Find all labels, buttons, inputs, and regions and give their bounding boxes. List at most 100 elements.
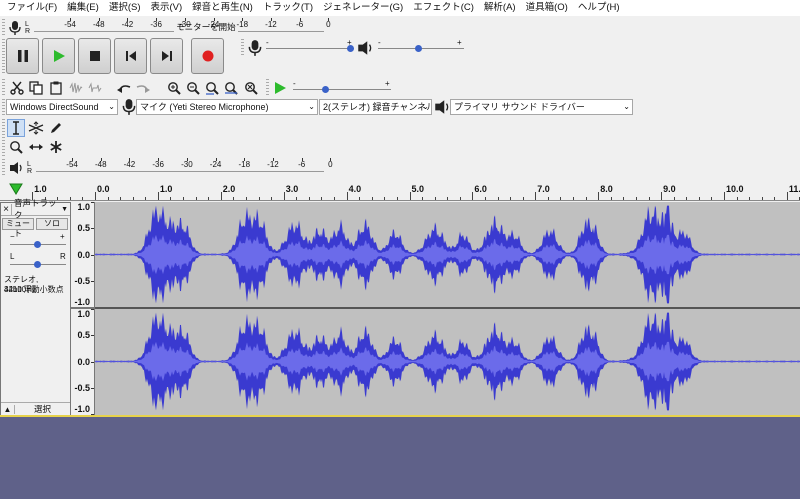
menu-item[interactable]: 解析(A): [479, 0, 521, 16]
zoom-in-button[interactable]: [165, 79, 183, 97]
play-button[interactable]: [42, 38, 75, 74]
time-label: 2.0: [222, 184, 236, 194]
toolbar-grip[interactable]: [2, 19, 5, 36]
pause-button[interactable]: [6, 38, 39, 74]
selection-tool-button[interactable]: [7, 119, 25, 137]
envelope-tool-button[interactable]: [27, 119, 45, 137]
time-label: 5.0: [411, 184, 425, 194]
toolbar-grip[interactable]: [2, 79, 5, 96]
microphone-icon[interactable]: [8, 20, 22, 36]
amplitude-tick: [91, 254, 94, 256]
playback-meter[interactable]: -54 -48 -42 -36 -30 -24 -18 -12 -6 0: [36, 158, 333, 177]
time-label: 7.0: [537, 184, 550, 194]
trim-button[interactable]: [67, 79, 85, 97]
toolbar-grip[interactable]: [266, 79, 269, 96]
time-tick: [786, 192, 788, 200]
skip-to-end-button[interactable]: [150, 38, 183, 74]
cut-button[interactable]: [8, 79, 26, 97]
audio-host-select[interactable]: Windows DirectSound ⌄: [6, 99, 118, 115]
menu-item[interactable]: ジェネレーター(G): [318, 0, 408, 16]
track-header: × 音声トラック ▼: [1, 198, 70, 220]
waveform-display[interactable]: [95, 202, 800, 416]
draw-tool-button[interactable]: [47, 119, 65, 137]
time-tick: [396, 197, 398, 200]
meter-tick-label: -42: [123, 160, 136, 169]
paste-icon: [50, 81, 62, 95]
toolbar-grip[interactable]: [2, 99, 5, 116]
meter-tick-label: -12: [267, 160, 279, 169]
amplitude-tick: [91, 335, 94, 337]
silence-button[interactable]: [86, 79, 104, 97]
record-meter-toolbar: LR モニターを開始 -54 -48 -42 -36 -30 -24 -18 -12 -6 0: [8, 18, 331, 37]
time-tick: [371, 197, 373, 200]
zoom-out-icon: [187, 82, 200, 95]
play-speed-slider[interactable]: [293, 89, 391, 90]
menu-item[interactable]: 表示(V): [145, 0, 187, 16]
recording-channels-select[interactable]: 2(ステレオ) 録音チャンネル ⌄: [319, 99, 432, 115]
menu-item[interactable]: エフェクト(C): [408, 0, 479, 16]
fit-selection-button[interactable]: [203, 79, 221, 97]
menu-item[interactable]: 選択(S): [104, 0, 146, 16]
select-track-button[interactable]: 選択: [15, 403, 70, 415]
menu-item[interactable]: 道具箱(O): [521, 0, 573, 16]
time-tick: [761, 197, 763, 200]
record-meter[interactable]: モニターを開始 -54 -48 -42 -36 -30 -24 -18 -12 -6 0: [34, 18, 331, 37]
gain-thumb[interactable]: [34, 241, 41, 248]
meter-tick-label: -30: [179, 20, 191, 29]
collapse-track-button[interactable]: ▲: [1, 404, 15, 414]
menu-item[interactable]: 録音と再生(N): [187, 0, 258, 16]
time-tick: [271, 197, 273, 200]
transport-toolbar: [6, 38, 224, 74]
time-shift-tool-button[interactable]: [27, 138, 45, 156]
redo-button[interactable]: [134, 79, 152, 97]
paste-button[interactable]: [47, 79, 65, 97]
undo-button[interactable]: [115, 79, 133, 97]
toolbar-grip[interactable]: [2, 159, 5, 176]
close-track-button[interactable]: ×: [1, 203, 12, 215]
speaker-icon[interactable]: [8, 160, 24, 176]
pan-thumb[interactable]: [34, 261, 41, 268]
zoom-toggle-icon: [245, 82, 258, 95]
meter-tick-label: -18: [238, 160, 251, 169]
zoom-toggle-button[interactable]: [242, 79, 260, 97]
zoom-tool-button[interactable]: [7, 138, 25, 156]
menu-item[interactable]: 編集(E): [62, 0, 104, 16]
mute-button[interactable]: ミュート: [2, 218, 34, 238]
track-selection-border: [0, 415, 800, 417]
menu-item[interactable]: ファイル(F): [2, 0, 62, 16]
record-volume-thumb[interactable]: [347, 45, 354, 52]
meter-tick-label: -36: [152, 160, 164, 169]
dropdown-arrow-icon[interactable]: ▼: [61, 206, 70, 213]
playback-volume-thumb[interactable]: [415, 45, 422, 52]
microphone-icon: [248, 40, 262, 56]
amplitude-tick: [91, 361, 94, 363]
time-tick: [308, 197, 310, 200]
fit-project-button[interactable]: [222, 79, 240, 97]
playback-device-select[interactable]: プライマリ サウンド ドライバー ⌄: [450, 99, 633, 115]
meter-tick-label: -18: [236, 20, 249, 29]
stop-button[interactable]: [78, 38, 111, 74]
copy-button[interactable]: [27, 79, 45, 97]
recording-device-select[interactable]: マイク (Yeti Stereo Microphone) ⌄: [136, 99, 318, 115]
play-speed-thumb[interactable]: [322, 86, 329, 93]
toolbar-grip[interactable]: [241, 39, 244, 56]
menu-item[interactable]: トラック(T): [258, 0, 318, 16]
meter-tick-label: -24: [207, 20, 220, 29]
solo-button[interactable]: ソロ: [36, 218, 68, 230]
zoom-out-button[interactable]: [184, 79, 202, 97]
record-volume-slider[interactable]: [266, 48, 354, 49]
toolbar-grip[interactable]: [2, 39, 5, 73]
amplitude-label: 0.5: [77, 223, 90, 234]
time-tick: [409, 192, 411, 200]
time-tick: [610, 197, 612, 200]
multi-tool-button[interactable]: [47, 138, 65, 156]
toolbar-grip[interactable]: [2, 119, 5, 156]
play-at-speed-button[interactable]: [271, 79, 289, 97]
menu-item[interactable]: ヘルプ(H): [573, 0, 625, 16]
time-label: 10.0: [726, 184, 744, 194]
time-tick: [484, 197, 486, 200]
skip-to-start-button[interactable]: [114, 38, 147, 74]
record-button[interactable]: [191, 38, 224, 74]
timeline-ruler[interactable]: 1.0 0.0 1.0 2.0 3.0 4.0 5.0 6.0 7.0 8.0 9.0 10.0 11.…: [0, 180, 800, 201]
double-arrow-icon: [29, 144, 43, 150]
